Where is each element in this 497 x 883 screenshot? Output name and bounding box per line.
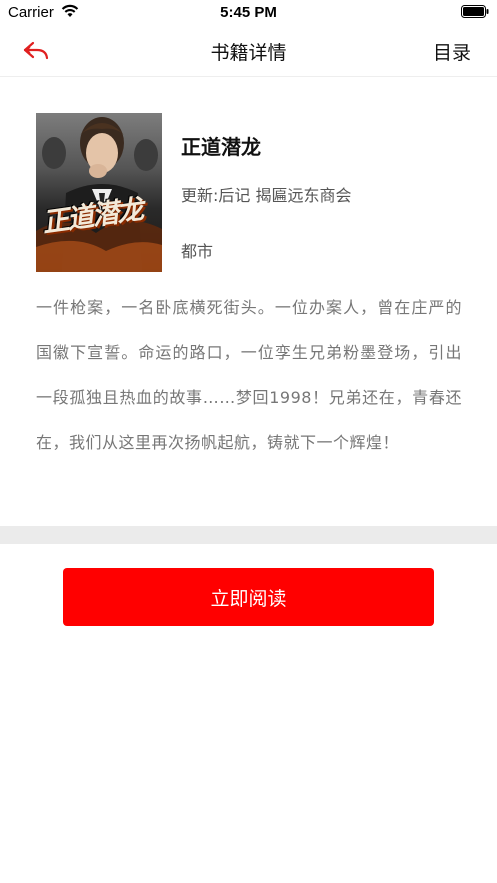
book-cover: 正道潜龙: [36, 113, 162, 272]
catalog-button[interactable]: 目录: [433, 38, 471, 65]
navigation-bar: 书籍详情 目录: [0, 26, 497, 77]
latest-chapter: 更新:后记 揭匾远东商会: [181, 186, 352, 205]
status-time: 5:45 PM: [220, 4, 277, 21]
cover-art: [36, 117, 162, 272]
book-genre: 都市: [181, 242, 214, 261]
battery-icon: [461, 5, 489, 18]
read-now-button[interactable]: 立即阅读: [63, 568, 434, 626]
page-title: 书籍详情: [210, 42, 287, 64]
status-bar: Carrier 5:45 PM: [0, 0, 497, 26]
book-description: 一件枪案，一名卧底横死街头。一位办案人，曾在庄严的国徽下宣誓。命运的路口，一位孪…: [36, 298, 462, 452]
book-title: 正道潜龙: [181, 135, 261, 159]
section-divider: [0, 526, 497, 544]
